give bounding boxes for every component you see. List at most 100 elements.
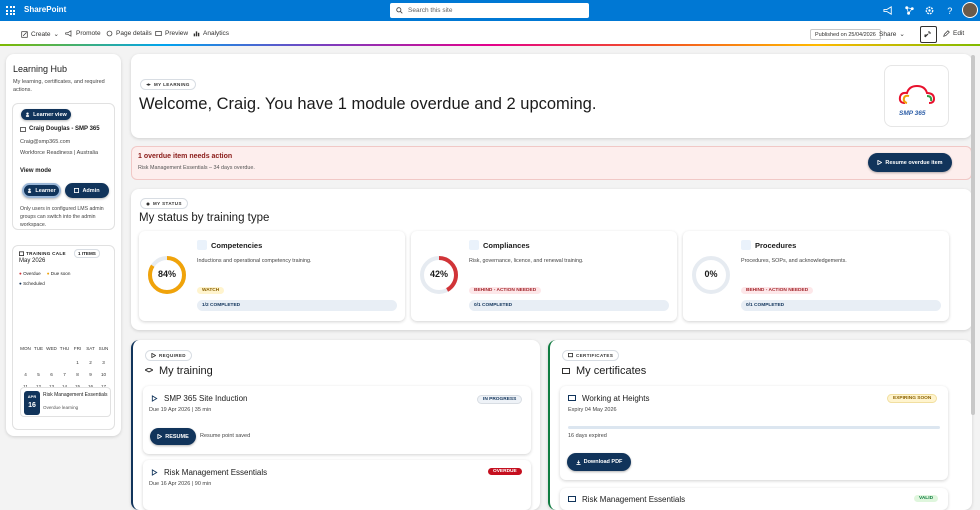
overdue-alert: 1 overdue item needs action Risk Managem… — [131, 146, 972, 180]
create-button[interactable]: Create ⌄ — [21, 30, 59, 38]
calendar-day[interactable]: 7 — [58, 372, 71, 384]
expand-button[interactable] — [920, 26, 937, 43]
legend-scheduled: ● Scheduled — [19, 281, 45, 286]
theme-divider — [0, 44, 980, 46]
legend-overdue: ● Overdue — [19, 271, 41, 276]
certificate-icon — [568, 496, 576, 502]
certificate-item-title: Working at Heights — [568, 394, 649, 403]
user-email: Craig@smp365.com — [20, 139, 71, 145]
calendar-day — [58, 360, 71, 372]
calendar-day — [19, 360, 32, 372]
progress-ring: 84% — [147, 255, 187, 295]
calendar-week: 4 5 6 7 8 9 10 — [19, 372, 111, 384]
training-item-title-text: Risk Management Essentials — [164, 468, 268, 477]
app-name[interactable]: SharePoint — [24, 5, 66, 14]
learner-mode-button[interactable]: Learner — [22, 183, 61, 198]
required-tag-label: REQUIRED — [159, 353, 186, 358]
status-type-desc: Risk, governance, licence, and renewal t… — [469, 258, 584, 264]
resume-overdue-button[interactable]: Resume overdue item — [868, 153, 952, 172]
status-badge: BEHIND - ACTION NEEDED — [469, 287, 542, 294]
event-day: 16 — [28, 402, 36, 409]
svg-text:?: ? — [947, 6, 952, 16]
calendar-day[interactable]: 6 — [45, 372, 58, 384]
training-item-title-text: SMP 365 Site Induction — [164, 394, 248, 403]
status-badge: OVERDUE — [488, 468, 522, 475]
calendar-day[interactable]: 3 — [97, 360, 110, 372]
preview-button[interactable]: Preview — [155, 30, 188, 37]
status-type-title: Competencies — [211, 241, 263, 250]
event-status: Overdue learning — [43, 405, 79, 410]
calendar-day[interactable]: 4 — [19, 372, 32, 384]
progress-ring: 0% — [691, 255, 731, 295]
certificate-item[interactable]: Risk Management Essentials VALID — [560, 488, 948, 510]
edit-button[interactable]: Edit — [943, 30, 964, 37]
weekday-label: SAT — [86, 346, 95, 351]
preview-icon — [155, 31, 162, 36]
help-icon[interactable]: ? — [944, 5, 955, 16]
calendar-day[interactable]: 2 — [84, 360, 97, 372]
welcome-card: MY LEARNING Welcome, Craig. You have 1 m… — [131, 54, 972, 138]
competency-icon — [197, 240, 207, 250]
completion-bar: 1/2 COMPLETED — [197, 300, 397, 311]
play-icon — [151, 469, 158, 476]
certificate-item-meta: Expiry 04 May 2026 — [568, 407, 617, 413]
calendar-title-text: TRAINING CALENDAR — [26, 251, 66, 256]
status-type-card[interactable]: 42% Compliances Risk, governance, licence,… — [411, 231, 677, 321]
resume-button[interactable]: RESUME — [150, 428, 196, 445]
status-badge: BEHIND - ACTION NEEDED — [741, 287, 814, 294]
calendar-icon — [19, 251, 24, 256]
page-gear-icon — [106, 30, 113, 37]
chevron-down-icon: ⌄ — [53, 31, 59, 38]
resume-button-label: RESUME — [165, 433, 189, 440]
page-details-button[interactable]: Page details — [106, 30, 152, 37]
calendar-day[interactable]: 5 — [32, 372, 45, 384]
network-icon[interactable] — [904, 5, 915, 16]
calendar-day[interactable]: 10 — [97, 372, 110, 384]
certificate-icon — [562, 367, 570, 374]
status-type-title: Procedures — [755, 241, 797, 250]
page-scrollbar[interactable] — [971, 55, 975, 415]
certificates-heading-text: My certificates — [576, 365, 647, 377]
training-item[interactable]: SMP 365 Site Induction Due 19 Apr 2026 |… — [143, 386, 531, 454]
profile-panel: Learner view Craig Douglas - SMP 365 Cra… — [12, 103, 115, 230]
weekday-label: WED — [46, 346, 57, 351]
certificate-item[interactable]: Working at Heights Expiry 04 May 2026 EX… — [560, 386, 948, 480]
smp-logo: SMP 365 — [884, 65, 949, 127]
calendar-day[interactable]: 9 — [84, 372, 97, 384]
calendar-event[interactable]: APR 16 Risk Management Essentials Overdu… — [20, 387, 111, 417]
calendar-title: TRAINING CALENDAR — [19, 251, 66, 256]
my-learning-tag-label: MY LEARNING — [154, 82, 190, 87]
analytics-icon — [193, 31, 200, 37]
app-launcher-icon[interactable] — [6, 6, 15, 15]
weekday-label: TUE — [33, 346, 44, 351]
analytics-button[interactable]: Analytics — [193, 30, 229, 37]
megaphone-icon[interactable] — [883, 5, 894, 16]
share-button[interactable]: Share ⌄ — [879, 30, 905, 39]
training-item-title: SMP 365 Site Induction — [151, 394, 247, 403]
certificates-heading: My certificates — [562, 365, 646, 377]
download-pdf-button[interactable]: Download PDF — [567, 453, 631, 471]
progress-percent: 42% — [429, 269, 448, 279]
calendar-items-badge: 1 ITEMS — [74, 249, 100, 258]
status-type-card[interactable]: 84% Competencies Inductions and operationa… — [139, 231, 405, 321]
completion-bar: 0/1 COMPLETED — [741, 300, 941, 311]
user-org: Workforce Readiness | Australia — [20, 150, 99, 156]
promote-label: Promote — [76, 30, 101, 37]
promote-button[interactable]: Promote — [65, 30, 101, 37]
learning-hub-sidebar: Learning Hub My learning, certificates, … — [6, 54, 121, 436]
pencil-icon — [943, 30, 950, 37]
status-type-title: Compliances — [483, 241, 530, 250]
calendar-day[interactable]: 8 — [71, 372, 84, 384]
edit-label: Edit — [953, 30, 965, 37]
user-avatar[interactable] — [962, 2, 978, 18]
training-item-meta: Due 19 Apr 2026 | 35 min — [149, 407, 212, 413]
gear-icon[interactable] — [924, 5, 935, 16]
admin-mode-button[interactable]: Admin — [65, 183, 109, 198]
search-box[interactable]: Search this site — [390, 3, 589, 18]
status-type-card[interactable]: 0% Procedures Procedures, SOPs, and acknow… — [683, 231, 949, 321]
certificates-tag-label: CERTIFICATES — [576, 353, 614, 358]
learner-view-badge[interactable]: Learner view — [21, 109, 71, 120]
learner-view-label: Learner view — [33, 111, 67, 118]
graduation-cap-icon — [145, 368, 153, 373]
calendar-day[interactable]: 1 — [71, 360, 84, 372]
